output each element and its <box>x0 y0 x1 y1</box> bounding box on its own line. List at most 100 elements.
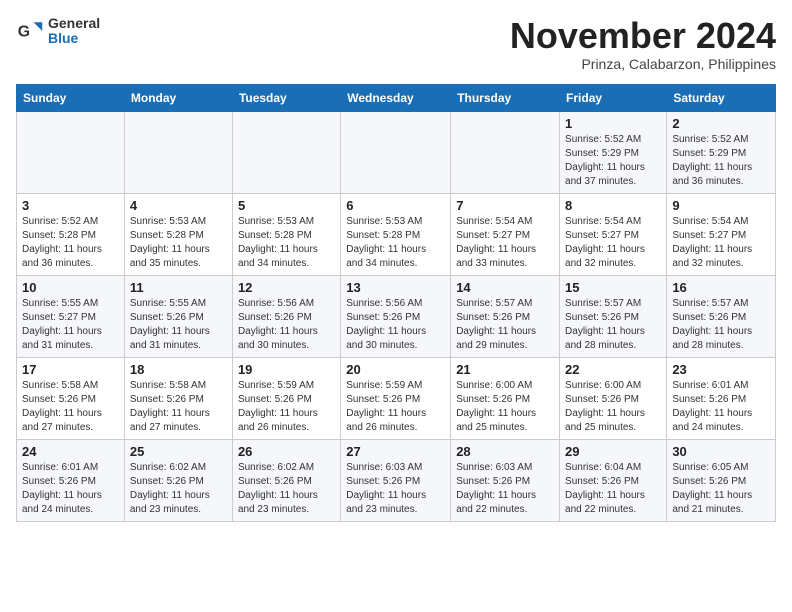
day-number: 18 <box>130 362 227 377</box>
calendar-cell: 7 Sunrise: 5:54 AM Sunset: 5:27 PM Daylig… <box>451 193 560 275</box>
logo-text: General Blue <box>48 16 100 47</box>
day-number: 6 <box>346 198 445 213</box>
calendar-cell: 1 Sunrise: 5:52 AM Sunset: 5:29 PM Daylig… <box>560 111 667 193</box>
day-info: Sunrise: 5:54 AM Sunset: 5:27 PM Dayligh… <box>456 215 554 271</box>
calendar-cell: 13 Sunrise: 5:56 AM Sunset: 5:26 PM Dayli… <box>341 275 451 357</box>
day-number: 24 <box>22 444 119 459</box>
day-info: Sunrise: 5:56 AM Sunset: 5:26 PM Dayligh… <box>346 297 445 353</box>
weekday-header-monday: Monday <box>124 84 232 111</box>
day-number: 4 <box>130 198 227 213</box>
day-info: Sunrise: 6:05 AM Sunset: 5:26 PM Dayligh… <box>672 461 770 517</box>
page-header: G General Blue November 2024 Prinza, Cal… <box>16 16 776 72</box>
day-info: Sunrise: 6:02 AM Sunset: 5:26 PM Dayligh… <box>238 461 335 517</box>
day-number: 8 <box>565 198 661 213</box>
logo-line2: Blue <box>48 31 100 46</box>
calendar-cell: 18 Sunrise: 5:58 AM Sunset: 5:26 PM Dayli… <box>124 357 232 439</box>
day-number: 7 <box>456 198 554 213</box>
day-info: Sunrise: 5:52 AM Sunset: 5:29 PM Dayligh… <box>672 133 770 189</box>
weekday-header-row: SundayMondayTuesdayWednesdayThursdayFrid… <box>17 84 776 111</box>
weekday-header-tuesday: Tuesday <box>232 84 340 111</box>
day-number: 27 <box>346 444 445 459</box>
day-info: Sunrise: 5:58 AM Sunset: 5:26 PM Dayligh… <box>130 379 227 435</box>
day-info: Sunrise: 5:57 AM Sunset: 5:26 PM Dayligh… <box>672 297 770 353</box>
logo-line1: General <box>48 16 100 31</box>
day-info: Sunrise: 6:00 AM Sunset: 5:26 PM Dayligh… <box>456 379 554 435</box>
day-number: 16 <box>672 280 770 295</box>
day-number: 19 <box>238 362 335 377</box>
day-info: Sunrise: 5:52 AM Sunset: 5:29 PM Dayligh… <box>565 133 661 189</box>
day-info: Sunrise: 5:53 AM Sunset: 5:28 PM Dayligh… <box>130 215 227 271</box>
day-number: 2 <box>672 116 770 131</box>
day-number: 12 <box>238 280 335 295</box>
day-info: Sunrise: 6:00 AM Sunset: 5:26 PM Dayligh… <box>565 379 661 435</box>
day-number: 23 <box>672 362 770 377</box>
day-info: Sunrise: 6:03 AM Sunset: 5:26 PM Dayligh… <box>346 461 445 517</box>
day-number: 10 <box>22 280 119 295</box>
location-subtitle: Prinza, Calabarzon, Philippines <box>510 56 776 72</box>
day-number: 9 <box>672 198 770 213</box>
calendar-cell: 6 Sunrise: 5:53 AM Sunset: 5:28 PM Daylig… <box>341 193 451 275</box>
calendar-cell: 17 Sunrise: 5:58 AM Sunset: 5:26 PM Dayli… <box>17 357 125 439</box>
day-info: Sunrise: 5:53 AM Sunset: 5:28 PM Dayligh… <box>346 215 445 271</box>
day-number: 21 <box>456 362 554 377</box>
day-info: Sunrise: 5:57 AM Sunset: 5:26 PM Dayligh… <box>456 297 554 353</box>
calendar-cell: 12 Sunrise: 5:56 AM Sunset: 5:26 PM Dayli… <box>232 275 340 357</box>
day-number: 1 <box>565 116 661 131</box>
day-number: 22 <box>565 362 661 377</box>
calendar-cell: 11Sunrise: 5:55 AM Sunset: 5:26 PM Dayli… <box>124 275 232 357</box>
day-info: Sunrise: 6:02 AM Sunset: 5:26 PM Dayligh… <box>130 461 227 517</box>
day-number: 13 <box>346 280 445 295</box>
calendar-cell: 8Sunrise: 5:54 AM Sunset: 5:27 PM Daylig… <box>560 193 667 275</box>
calendar-cell <box>341 111 451 193</box>
day-number: 15 <box>565 280 661 295</box>
calendar-cell <box>124 111 232 193</box>
calendar-cell: 22 Sunrise: 6:00 AM Sunset: 5:26 PM Dayli… <box>560 357 667 439</box>
day-info: Sunrise: 5:53 AM Sunset: 5:28 PM Dayligh… <box>238 215 335 271</box>
calendar-cell <box>232 111 340 193</box>
day-info: Sunrise: 6:01 AM Sunset: 5:26 PM Dayligh… <box>672 379 770 435</box>
day-number: 26 <box>238 444 335 459</box>
day-info: Sunrise: 5:56 AM Sunset: 5:26 PM Dayligh… <box>238 297 335 353</box>
calendar-cell: 9 Sunrise: 5:54 AM Sunset: 5:27 PM Daylig… <box>667 193 776 275</box>
month-title: November 2024 <box>510 16 776 56</box>
calendar-table: SundayMondayTuesdayWednesdayThursdayFrid… <box>16 84 776 522</box>
calendar-cell: 3 Sunrise: 5:52 AM Sunset: 5:28 PM Daylig… <box>17 193 125 275</box>
calendar-cell: 14Sunrise: 5:57 AM Sunset: 5:26 PM Dayli… <box>451 275 560 357</box>
calendar-cell: 21 Sunrise: 6:00 AM Sunset: 5:26 PM Dayli… <box>451 357 560 439</box>
day-info: Sunrise: 6:01 AM Sunset: 5:26 PM Dayligh… <box>22 461 119 517</box>
day-number: 30 <box>672 444 770 459</box>
logo-icon: G <box>16 17 44 45</box>
calendar-cell: 24 Sunrise: 6:01 AM Sunset: 5:26 PM Dayli… <box>17 439 125 521</box>
calendar-cell: 4 Sunrise: 5:53 AM Sunset: 5:28 PM Daylig… <box>124 193 232 275</box>
calendar-cell: 15 Sunrise: 5:57 AM Sunset: 5:26 PM Dayli… <box>560 275 667 357</box>
day-number: 25 <box>130 444 227 459</box>
calendar-cell: 19 Sunrise: 5:59 AM Sunset: 5:26 PM Dayli… <box>232 357 340 439</box>
weekday-header-wednesday: Wednesday <box>341 84 451 111</box>
day-info: Sunrise: 5:54 AM Sunset: 5:27 PM Dayligh… <box>672 215 770 271</box>
calendar-cell: 28Sunrise: 6:03 AM Sunset: 5:26 PM Dayli… <box>451 439 560 521</box>
day-info: Sunrise: 5:58 AM Sunset: 5:26 PM Dayligh… <box>22 379 119 435</box>
day-info: Sunrise: 6:04 AM Sunset: 5:26 PM Dayligh… <box>565 461 661 517</box>
day-info: Sunrise: 5:59 AM Sunset: 5:26 PM Dayligh… <box>238 379 335 435</box>
day-info: Sunrise: 6:03 AM Sunset: 5:26 PM Dayligh… <box>456 461 554 517</box>
week-row-1: 1 Sunrise: 5:52 AM Sunset: 5:29 PM Daylig… <box>17 111 776 193</box>
calendar-cell: 20Sunrise: 5:59 AM Sunset: 5:26 PM Dayli… <box>341 357 451 439</box>
day-number: 20 <box>346 362 445 377</box>
day-info: Sunrise: 5:52 AM Sunset: 5:28 PM Dayligh… <box>22 215 119 271</box>
svg-text:G: G <box>18 24 30 41</box>
calendar-cell: 30 Sunrise: 6:05 AM Sunset: 5:26 PM Dayli… <box>667 439 776 521</box>
week-row-2: 3 Sunrise: 5:52 AM Sunset: 5:28 PM Daylig… <box>17 193 776 275</box>
week-row-3: 10Sunrise: 5:55 AM Sunset: 5:27 PM Dayli… <box>17 275 776 357</box>
calendar-cell: 26 Sunrise: 6:02 AM Sunset: 5:26 PM Dayli… <box>232 439 340 521</box>
weekday-header-saturday: Saturday <box>667 84 776 111</box>
day-number: 17 <box>22 362 119 377</box>
calendar-cell: 25 Sunrise: 6:02 AM Sunset: 5:26 PM Dayli… <box>124 439 232 521</box>
calendar-cell <box>17 111 125 193</box>
day-number: 3 <box>22 198 119 213</box>
calendar-cell: 10Sunrise: 5:55 AM Sunset: 5:27 PM Dayli… <box>17 275 125 357</box>
day-number: 11 <box>130 280 227 295</box>
day-number: 29 <box>565 444 661 459</box>
calendar-cell: 16 Sunrise: 5:57 AM Sunset: 5:26 PM Dayli… <box>667 275 776 357</box>
day-info: Sunrise: 5:57 AM Sunset: 5:26 PM Dayligh… <box>565 297 661 353</box>
calendar-cell: 27 Sunrise: 6:03 AM Sunset: 5:26 PM Dayli… <box>341 439 451 521</box>
